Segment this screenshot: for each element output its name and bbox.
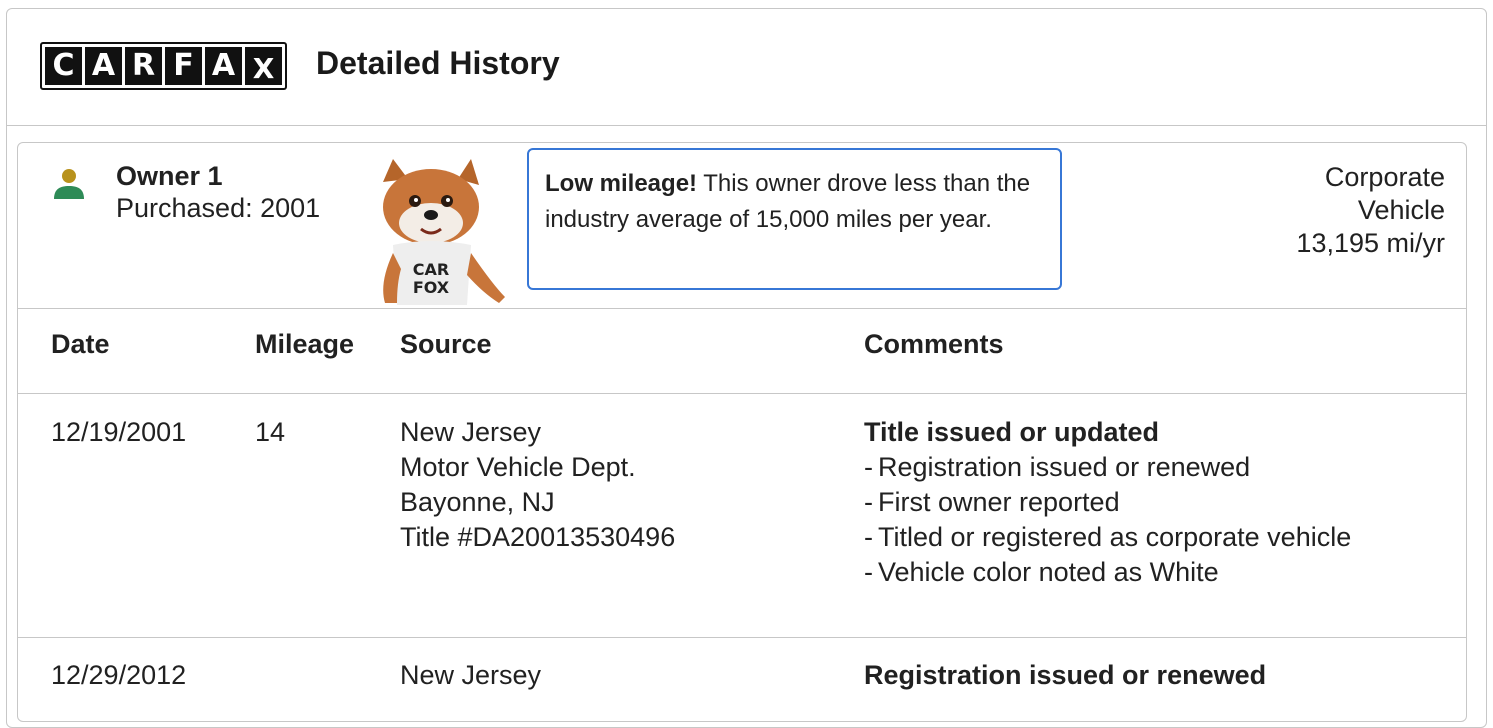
report-header: C A R F A X Detailed History bbox=[7, 9, 1486, 126]
comment-title: Title issued or updated bbox=[864, 417, 1160, 447]
column-header-mileage: Mileage bbox=[255, 329, 355, 359]
mascot-shirt-text: FOX bbox=[413, 278, 450, 297]
logo-letter: F bbox=[165, 47, 202, 85]
comment-item: - Registration issued or renewed bbox=[864, 452, 1251, 482]
owner-card: Owner 1 Purchased: 2001 CAR FOX Low mile… bbox=[17, 142, 1467, 722]
history-table-header: Date Mileage Source Comments bbox=[18, 308, 1466, 394]
usage-type: Vehicle bbox=[1357, 195, 1445, 225]
source-line: Title #DA20013530496 bbox=[400, 522, 676, 552]
row-comments: Registration issued or renewed bbox=[864, 658, 1424, 693]
owner-purchased: Purchased: 2001 bbox=[116, 193, 321, 223]
column-header-source: Source bbox=[400, 329, 492, 359]
page-title: Detailed History bbox=[316, 45, 560, 81]
carfax-logo: C A R F A X bbox=[40, 42, 287, 90]
miles-per-year: 13,195 mi/yr bbox=[1296, 228, 1445, 258]
row-date: 12/19/2001 bbox=[51, 417, 187, 447]
owner-name: Owner 1 bbox=[116, 161, 223, 191]
source-line: New Jersey bbox=[400, 660, 542, 690]
logo-letter: A bbox=[205, 47, 242, 85]
logo-letter: X bbox=[245, 47, 282, 85]
row-source: New Jersey Motor Vehicle Dept. Bayonne, … bbox=[400, 415, 675, 555]
usage-type: Corporate bbox=[1324, 162, 1445, 192]
person-icon bbox=[54, 169, 84, 199]
comment-item: - Vehicle color noted as White bbox=[864, 557, 1219, 587]
low-mileage-callout: Low mileage! This owner drove less than … bbox=[527, 148, 1062, 290]
source-line: Bayonne, NJ bbox=[400, 487, 555, 517]
table-row: 12/29/2012 New Jersey Registration issue… bbox=[18, 638, 1466, 728]
mascot-shirt-text: CAR bbox=[413, 260, 449, 279]
source-line: New Jersey bbox=[400, 417, 542, 447]
row-source: New Jersey bbox=[400, 658, 541, 693]
logo-letter: A bbox=[85, 47, 122, 85]
comment-item: - First owner reported bbox=[864, 487, 1120, 517]
row-date: 12/29/2012 bbox=[51, 660, 187, 690]
callout-heading: Low mileage! bbox=[545, 170, 698, 197]
column-header-date: Date bbox=[51, 329, 110, 359]
logo-letter: R bbox=[125, 47, 162, 85]
owner-usage: Corporate Vehicle 13,195 mi/yr bbox=[1185, 161, 1445, 260]
table-row: 12/19/2001 14 New Jersey Motor Vehicle D… bbox=[18, 393, 1466, 638]
comment-title: Registration issued or renewed bbox=[864, 660, 1267, 690]
carfox-mascot-icon: CAR FOX bbox=[383, 159, 505, 305]
source-line: Motor Vehicle Dept. bbox=[400, 452, 636, 482]
column-header-comments: Comments bbox=[864, 329, 1004, 359]
row-mileage: 14 bbox=[255, 417, 286, 447]
row-comments: Title issued or updated - Registration is… bbox=[864, 415, 1364, 590]
comment-item: - Titled or registered as corporate vehic… bbox=[864, 522, 1352, 552]
logo-letter: C bbox=[45, 47, 82, 85]
